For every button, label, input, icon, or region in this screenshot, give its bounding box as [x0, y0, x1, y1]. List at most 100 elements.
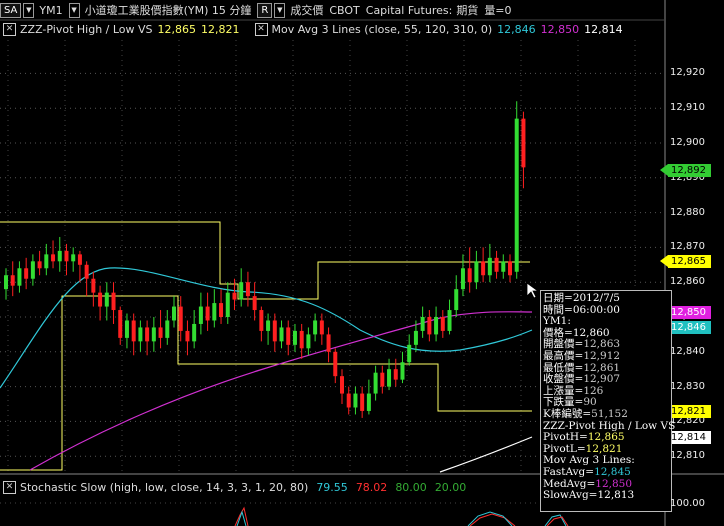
candle-body	[192, 323, 197, 342]
stochastic-name[interactable]: Stochastic Slow (high, low, close, 14, 3…	[20, 481, 308, 494]
candle-body	[366, 393, 371, 411]
candle-body	[380, 372, 385, 387]
price-axis-label: 12,920	[670, 67, 705, 79]
price-tag: 12,814	[660, 431, 711, 444]
candle-body	[118, 310, 123, 338]
price-tag: 12,846	[660, 321, 711, 334]
candle-body	[292, 330, 297, 345]
stochastic-d-line	[469, 513, 516, 526]
candle-body	[239, 282, 244, 300]
candle-body	[413, 330, 418, 345]
candle-body	[104, 292, 109, 307]
candle-body	[326, 334, 331, 352]
candle-body	[98, 292, 103, 307]
candle-body	[138, 327, 143, 342]
data-tooltip: 日期=2012/7/5 時間=06:00:00 YM1: 價格=12,860 開盤價=1…	[540, 290, 675, 512]
tooltip-line: SlowAvg=12,813	[543, 489, 635, 502]
stochastic-v1: 79.55	[316, 480, 348, 494]
candle-body	[57, 250, 62, 262]
candle-body	[521, 118, 526, 168]
candle-body	[467, 268, 472, 283]
candle-body	[313, 320, 318, 335]
candle-body	[440, 317, 445, 331]
candle-body	[373, 372, 378, 394]
candle-body	[508, 261, 512, 276]
candle-body	[131, 320, 136, 342]
candle-body	[71, 254, 76, 262]
candle-body	[185, 330, 190, 342]
candle-body	[434, 317, 439, 335]
stochastic-k-line	[467, 511, 513, 526]
candle-body	[205, 306, 210, 321]
candle-body	[4, 275, 8, 290]
candle-body	[319, 320, 324, 335]
candle-body	[420, 317, 425, 331]
candle-body	[151, 327, 156, 342]
price-axis-label: 12,860	[670, 276, 705, 288]
candle-body	[84, 264, 89, 279]
stochastic-v4: 20.00	[434, 480, 467, 494]
candle-body	[400, 362, 405, 380]
candle-body	[225, 292, 230, 317]
candle-body	[10, 275, 15, 286]
candle-body	[460, 268, 465, 290]
candle-body	[481, 261, 486, 276]
candle-body	[494, 257, 499, 272]
stochastic-v3: 80.00	[395, 480, 427, 494]
candle-body	[487, 257, 492, 276]
price-tag: 12,850	[660, 306, 711, 319]
price-axis-label: 12,810	[670, 450, 705, 462]
stochastic-d-line	[234, 506, 249, 526]
candle-body	[91, 278, 96, 293]
price-axis-label: 12,880	[670, 206, 705, 218]
candle-body	[447, 310, 452, 331]
candle-body	[24, 268, 29, 279]
candle-body	[360, 393, 365, 411]
candle-body	[178, 306, 183, 331]
candle-body	[272, 320, 277, 342]
candle-body	[333, 351, 338, 377]
candle-body	[44, 254, 49, 269]
price-axis-label: 12,840	[670, 345, 705, 357]
stochastic-v2: 78.02	[355, 480, 388, 494]
pivot-line	[0, 295, 532, 471]
candle-body	[346, 393, 351, 408]
candle-body	[259, 310, 264, 331]
candle-body	[158, 327, 163, 338]
candle-body	[279, 327, 284, 342]
candle-body	[501, 261, 506, 272]
candle-body	[198, 306, 203, 324]
price-axis-label: 12,870	[670, 241, 705, 253]
candle-body	[407, 344, 412, 363]
candle-body	[286, 327, 291, 345]
candle-body	[172, 306, 176, 321]
candle-body	[474, 261, 479, 283]
candle-body	[51, 254, 56, 262]
price-axis-label: 12,910	[670, 102, 705, 114]
candle-body	[37, 261, 42, 269]
price-tag: 12,892	[660, 164, 711, 177]
close-stochastic-icon[interactable]: ✕	[3, 480, 16, 494]
candle-body	[252, 296, 257, 311]
candle-body	[340, 376, 344, 394]
mouse-pointer-icon	[526, 282, 540, 299]
candle-body	[245, 282, 250, 297]
candle-body	[17, 268, 22, 286]
candle-body	[165, 320, 170, 338]
candle-body	[64, 250, 69, 262]
candle-body	[454, 289, 459, 311]
candle-body	[353, 393, 358, 408]
candle-body	[77, 254, 82, 265]
candle-body	[306, 334, 311, 349]
candle-body	[145, 327, 150, 342]
tooltip-line: K棒編號=51,152	[543, 407, 628, 420]
price-axis-label: 12,830	[670, 380, 705, 392]
candle-body	[212, 303, 217, 321]
candle-body	[427, 317, 432, 335]
price-axis-label: 12,900	[670, 137, 705, 148]
candle-body	[124, 320, 129, 338]
candle-body	[393, 369, 398, 380]
candle-body	[266, 320, 271, 331]
candle-body	[30, 261, 35, 279]
candle-body	[299, 330, 304, 349]
